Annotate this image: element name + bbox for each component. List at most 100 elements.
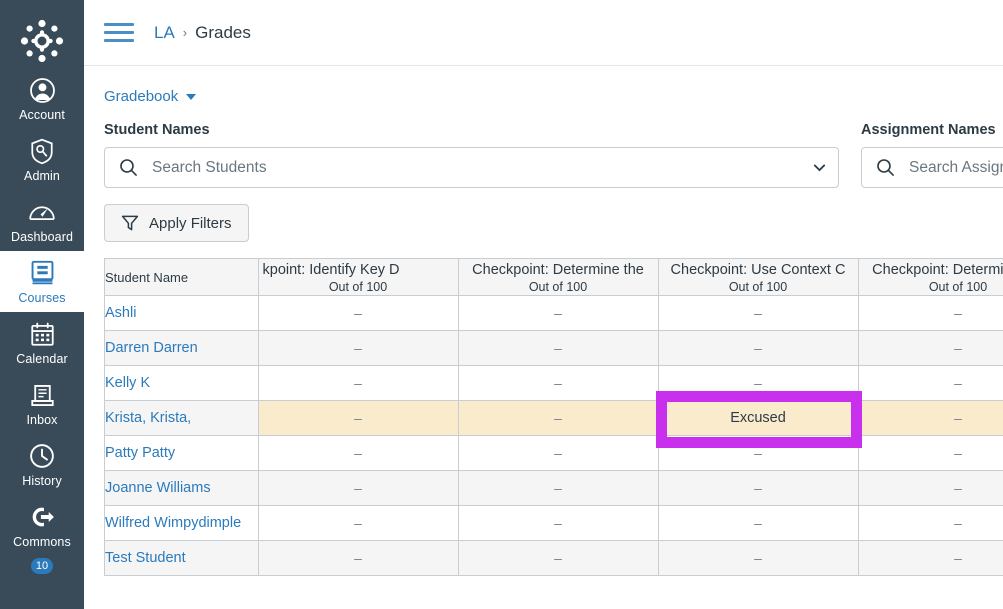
grade-cell[interactable]: –: [458, 540, 659, 576]
gradebook-grid: Student Name kpoint: Identify Key D Out o…: [104, 258, 1003, 576]
grade-cell[interactable]: –: [258, 470, 459, 506]
grade-cell[interactable]: –: [858, 330, 1003, 366]
sidebar-item-label: Admin: [24, 169, 60, 183]
grade-cell[interactable]: –: [658, 505, 859, 541]
grade-cell[interactable]: –: [258, 330, 459, 366]
grade-cell[interactable]: –: [658, 435, 859, 471]
assignment-filter-group: Assignment Names: [861, 122, 1003, 188]
sidebar-item-label: Inbox: [26, 413, 58, 427]
column-header-assignment[interactable]: Checkpoint: Determine Ma Out of 100: [858, 259, 1003, 296]
filter-funnel-icon: [121, 214, 139, 232]
student-name-link[interactable]: Wilfred Wimpydimple: [105, 505, 259, 541]
table-row: Krista, Krista, – – Excused –: [105, 400, 1003, 436]
assignment-points-possible: Out of 100: [528, 280, 588, 294]
student-name-link[interactable]: Test Student: [105, 540, 259, 576]
table-row: Wilfred Wimpydimple – – – –: [105, 505, 1003, 541]
column-header-student-name[interactable]: Student Name: [105, 259, 259, 296]
canvas-logo[interactable]: [15, 14, 69, 68]
sidebar-item-label: Calendar: [16, 352, 68, 366]
grade-cell[interactable]: –: [258, 365, 459, 401]
grade-cell[interactable]: –: [458, 470, 659, 506]
grade-cell[interactable]: –: [658, 540, 859, 576]
grade-cell[interactable]: –: [858, 365, 1003, 401]
grade-cell[interactable]: –: [258, 435, 459, 471]
grade-cell[interactable]: –: [458, 365, 659, 401]
sidebar-item-inbox[interactable]: Inbox: [0, 373, 84, 434]
student-names-label: Student Names: [104, 122, 210, 138]
sidebar-item-help[interactable]: 10: [0, 558, 84, 574]
grade-cell[interactable]: –: [258, 505, 459, 541]
grade-cell[interactable]: –: [858, 540, 1003, 576]
assignment-names-label: Assignment Names: [861, 122, 996, 138]
breadcrumb-current-page: Grades: [195, 22, 251, 42]
search-assignments-input[interactable]: [909, 158, 1003, 177]
grade-cell-excused[interactable]: Excused: [658, 400, 859, 436]
student-name-link[interactable]: Darren Darren: [105, 330, 259, 366]
grade-cell[interactable]: –: [458, 435, 659, 471]
grade-cell[interactable]: –: [258, 400, 459, 436]
grade-cell[interactable]: –: [858, 505, 1003, 541]
grade-cell[interactable]: –: [658, 470, 859, 506]
search-icon: [119, 158, 138, 177]
student-name-link[interactable]: Ashli: [105, 295, 259, 331]
grade-cell[interactable]: –: [858, 435, 1003, 471]
sidebar-item-label: Account: [19, 108, 65, 122]
assignment-search-box[interactable]: [861, 147, 1003, 188]
assignment-points-possible: Out of 100: [928, 280, 988, 294]
filters-row: Student Names Assignment Names: [104, 122, 1003, 188]
grade-cell[interactable]: –: [258, 295, 459, 331]
hamburger-menu-icon[interactable]: [104, 20, 134, 46]
table-row: Test Student – – – –: [105, 540, 1003, 576]
column-header-assignment[interactable]: Checkpoint: Use Context C Out of 100: [658, 259, 859, 296]
search-icon: [876, 158, 895, 177]
sidebar-item-admin[interactable]: Admin: [0, 129, 84, 190]
breadcrumb: LA › Grades: [154, 23, 251, 43]
shield-wrench-icon: [28, 137, 56, 165]
grade-cell[interactable]: –: [458, 505, 659, 541]
sidebar-item-history[interactable]: History: [0, 434, 84, 495]
assignment-title: Checkpoint: Use Context C: [670, 262, 846, 278]
column-header-assignment[interactable]: Checkpoint: Determine the Out of 100: [458, 259, 659, 296]
apply-filters-label: Apply Filters: [149, 214, 232, 232]
arrow-out-circle-icon: [28, 503, 56, 531]
grade-cell[interactable]: –: [858, 470, 1003, 506]
book-icon: [28, 259, 56, 287]
search-students-input[interactable]: [152, 158, 805, 177]
grade-cell[interactable]: –: [858, 295, 1003, 331]
table-row: Darren Darren – – – –: [105, 330, 1003, 366]
sidebar-item-label: History: [22, 474, 62, 488]
breadcrumb-separator-icon: ›: [182, 25, 188, 40]
student-name-link[interactable]: Kelly K: [105, 365, 259, 401]
gradebook-body: Ashli – – – – Darren Darren – – – – Kelly K – – – – Kri…: [105, 295, 1003, 576]
sidebar-item-account[interactable]: Account: [0, 68, 84, 129]
student-name-link[interactable]: Krista, Krista,: [105, 400, 259, 436]
column-header-assignment[interactable]: kpoint: Identify Key D Out of 100: [258, 259, 459, 296]
table-row: Patty Patty – – – –: [105, 435, 1003, 471]
chevron-down-icon[interactable]: [811, 159, 828, 176]
grade-cell[interactable]: –: [458, 400, 659, 436]
assignment-points-possible: Out of 100: [728, 280, 788, 294]
student-name-link[interactable]: Patty Patty: [105, 435, 259, 471]
grade-cell[interactable]: –: [858, 400, 1003, 436]
assignment-title: Checkpoint: Determine the: [472, 262, 644, 278]
grade-cell[interactable]: –: [658, 365, 859, 401]
student-name-link[interactable]: Joanne Williams: [105, 470, 259, 506]
grade-cell[interactable]: –: [458, 330, 659, 366]
sidebar-item-courses[interactable]: Courses: [0, 251, 84, 312]
grade-cell[interactable]: –: [458, 295, 659, 331]
grade-cell[interactable]: –: [658, 295, 859, 331]
notification-badge: 10: [30, 558, 54, 574]
sidebar-item-dashboard[interactable]: Dashboard: [0, 190, 84, 251]
sidebar-item-calendar[interactable]: Calendar: [0, 312, 84, 373]
table-row: Kelly K – – – –: [105, 365, 1003, 401]
table-row: Ashli – – – –: [105, 295, 1003, 331]
grade-cell[interactable]: –: [658, 330, 859, 366]
gradebook-header-row: Student Name kpoint: Identify Key D Out o…: [105, 259, 1003, 296]
gradebook-menu-label: Gradebook: [104, 88, 179, 105]
gradebook-menu-button[interactable]: Gradebook: [104, 88, 197, 105]
breadcrumb-course-link[interactable]: LA: [154, 23, 175, 43]
grade-cell[interactable]: –: [258, 540, 459, 576]
student-search-box[interactable]: [104, 147, 839, 188]
sidebar-item-commons[interactable]: Commons: [0, 495, 84, 556]
apply-filters-button[interactable]: Apply Filters: [104, 204, 249, 242]
